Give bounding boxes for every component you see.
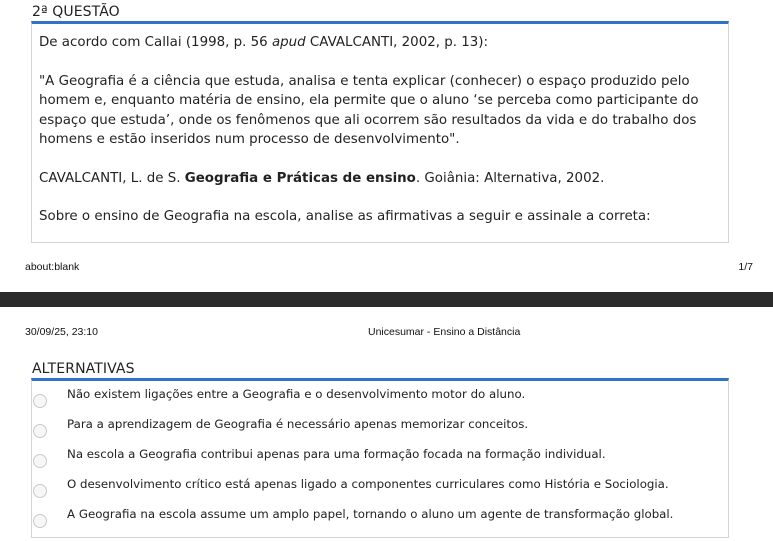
radio-button[interactable] [33, 454, 47, 468]
header-site-title: Unicesumar - Ensino a Distância [368, 326, 521, 338]
print-page-1: 2ª QUESTÃO De acordo com Callai (1998, p… [0, 0, 773, 292]
header-datetime: 30/09/25, 23:10 [25, 326, 98, 338]
alternative-label: Para a aprendizagem de Geografia é neces… [67, 417, 529, 431]
radio-button[interactable] [33, 484, 47, 498]
page-separator [0, 292, 773, 307]
question-intro: De acordo com Callai (1998, p. 56 apud C… [39, 35, 489, 50]
alternative-label: Na escola a Geografia contribui apenas p… [67, 447, 606, 461]
radio-button[interactable] [33, 424, 47, 438]
alternative-option-5[interactable]: A Geografia na escola assume um amplo pa… [32, 502, 728, 532]
radio-button[interactable] [33, 514, 47, 528]
question-quote: "A Geografia é a ciência que estuda, ana… [39, 73, 699, 148]
alternatives-section-title: ALTERNATIVAS [32, 361, 135, 377]
question-box: De acordo com Callai (1998, p. 56 apud C… [31, 21, 729, 243]
question-prompt: Sobre o ensino de Geografia na escola, a… [39, 209, 651, 224]
alternative-option-1[interactable]: Não existem ligações entre a Geografia e… [32, 382, 728, 412]
alternatives-box: Não existem ligações entre a Geografia e… [31, 378, 729, 538]
question-text: De acordo com Callai (1998, p. 56 apud C… [39, 33, 724, 227]
footer-url: about:blank [25, 261, 80, 273]
footer-page-number: 1/7 [738, 261, 753, 273]
alternative-label: O desenvolvimento crítico está apenas li… [67, 477, 669, 491]
alternative-option-4[interactable]: O desenvolvimento crítico está apenas li… [32, 472, 728, 502]
alternative-label: A Geografia na escola assume um amplo pa… [67, 507, 674, 521]
alternative-option-3[interactable]: Na escola a Geografia contribui apenas p… [32, 442, 728, 472]
radio-button[interactable] [33, 394, 47, 408]
question-reference: CAVALCANTI, L. de S. Geografia e Prática… [39, 170, 605, 186]
alternative-option-2[interactable]: Para a aprendizagem de Geografia é neces… [32, 412, 728, 442]
alternative-label: Não existem ligações entre a Geografia e… [67, 387, 526, 401]
question-section-title: 2ª QUESTÃO [32, 4, 120, 20]
